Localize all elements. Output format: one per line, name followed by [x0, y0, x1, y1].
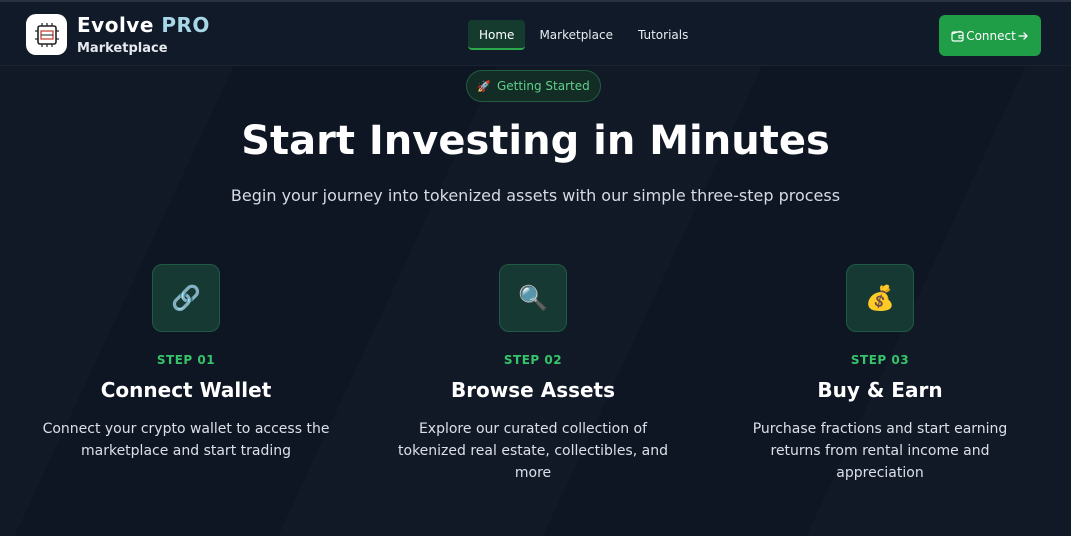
step-1-icon-glyph: 🔗	[171, 284, 201, 312]
brand-name: Evolve	[77, 13, 154, 37]
connect-label: Connect	[966, 28, 1016, 43]
step-2-label: STEP 02	[503, 353, 563, 367]
step-1-label: STEP 01	[156, 353, 216, 367]
step-card-1: 🔗 STEP 01 Connect Wallet Connect your cr…	[36, 264, 336, 462]
step-2-description: Explore our curated collection of tokeni…	[398, 421, 668, 481]
top-navbar: Evolve PRO Marketplace Home Marketplace …	[0, 0, 1071, 66]
main-nav: Home Marketplace Tutorials	[468, 20, 702, 50]
step-2-title: Browse Assets	[450, 378, 616, 402]
step-1-description: Connect your crypto wallet to access the…	[42, 421, 330, 459]
logo[interactable]	[26, 14, 67, 55]
chip-icon	[34, 22, 59, 47]
brand-subtitle: Marketplace	[77, 41, 168, 56]
brand-pro: PRO	[161, 13, 210, 37]
page-subtitle: Begin your journey into tokenized assets…	[230, 186, 841, 205]
arrow-right-icon	[1018, 31, 1028, 40]
nav-tutorials[interactable]: Tutorials	[627, 20, 699, 50]
step-2-icon-glyph: 🔍	[518, 284, 548, 312]
rocket-icon: 🚀	[477, 79, 491, 93]
step-1-title: Connect Wallet	[100, 378, 272, 402]
wallet-icon	[951, 30, 964, 42]
nav-home[interactable]: Home	[468, 20, 526, 50]
link-icon: 🔗	[152, 264, 220, 332]
step-card-2: 🔍 STEP 02 Browse Assets Explore our cura…	[383, 264, 683, 484]
step-card-3: 💰 STEP 03 Buy & Earn Purchase fractions …	[730, 264, 1030, 484]
money-bag-icon: 💰	[846, 264, 914, 332]
badge-label: Getting Started	[496, 79, 590, 93]
step-3-description: Purchase fractions and start earning ret…	[752, 421, 1008, 481]
step-3-title: Buy & Earn	[817, 378, 943, 402]
page-title: Start Investing in Minutes	[241, 118, 830, 164]
step-3-icon-glyph: 💰	[865, 284, 895, 312]
getting-started-badge: 🚀 Getting Started	[466, 70, 601, 102]
step-3-label: STEP 03	[850, 353, 910, 367]
connect-button[interactable]: Connect	[939, 15, 1041, 56]
brand-title[interactable]: Evolve PRO	[77, 13, 210, 37]
magnifier-icon: 🔍	[499, 264, 567, 332]
nav-marketplace[interactable]: Marketplace	[528, 20, 624, 50]
